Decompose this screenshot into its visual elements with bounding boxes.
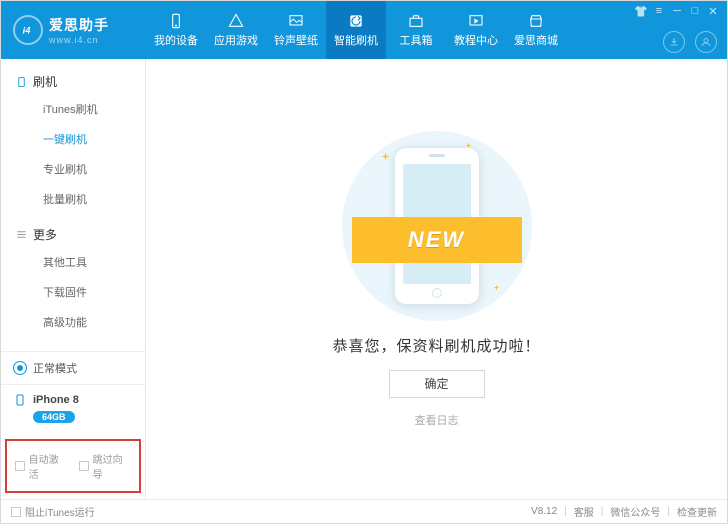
nav-label: 我的设备 xyxy=(154,32,198,48)
sidebar-item-one-click-flash[interactable]: 一键刷机 xyxy=(1,124,145,154)
checkbox-icon xyxy=(15,461,25,471)
apps-icon xyxy=(227,13,245,29)
nav-label: 工具箱 xyxy=(400,32,433,48)
nav-tutorial[interactable]: 教程中心 xyxy=(446,1,506,59)
status-label: 正常模式 xyxy=(33,360,77,376)
check-block-itunes[interactable]: 阻止iTunes运行 xyxy=(11,504,95,519)
nav-label: 铃声壁纸 xyxy=(274,32,318,48)
body: 刷机 iTunes刷机 一键刷机 专业刷机 批量刷机 更多 其他工具 下载固件 … xyxy=(1,59,727,499)
sidebar-device[interactable]: iPhone 8 64GB xyxy=(1,384,145,435)
storage-badge: 64GB xyxy=(33,411,75,423)
sidebar-item-batch-flash[interactable]: 批量刷机 xyxy=(1,184,145,214)
new-ribbon: NEW xyxy=(332,217,542,263)
device-phone-icon xyxy=(13,393,27,407)
footer-link-wechat[interactable]: 微信公众号 xyxy=(610,504,660,519)
sidebar-item-pro-flash[interactable]: 专业刷机 xyxy=(1,154,145,184)
sparkle-icon xyxy=(494,285,500,291)
success-message: 恭喜您，保资料刷机成功啦！ xyxy=(332,335,540,356)
group-label: 更多 xyxy=(33,226,57,243)
sidebar-item-itunes-flash[interactable]: iTunes刷机 xyxy=(1,94,145,124)
svg-text:i4: i4 xyxy=(23,25,32,35)
sidebar-group-flash[interactable]: 刷机 xyxy=(1,67,145,94)
check-label: 自动激活 xyxy=(29,451,67,481)
sidebar-status[interactable]: 正常模式 xyxy=(1,351,145,384)
checkbox-icon xyxy=(11,507,21,517)
ribbon-text: NEW xyxy=(408,227,465,253)
checkbox-icon xyxy=(79,461,89,471)
status-dot-icon xyxy=(13,361,27,375)
download-icon[interactable] xyxy=(663,31,685,53)
content-area: NEW 恭喜您，保资料刷机成功啦！ 确定 查看日志 xyxy=(146,59,727,499)
check-label: 跳过向导 xyxy=(93,451,131,481)
header-actions xyxy=(663,31,717,53)
phone-rect-icon xyxy=(15,75,27,89)
app-window: i4 爱思助手 www.i4.cn 我的设备 应用游戏 铃声壁纸 智能 xyxy=(0,0,728,524)
close-icon[interactable]: ✕ xyxy=(707,5,719,17)
separator: | xyxy=(564,506,567,517)
nav-label: 智能刷机 xyxy=(334,32,378,48)
nav-ringtone[interactable]: 铃声壁纸 xyxy=(266,1,326,59)
success-illustration: NEW xyxy=(342,131,532,321)
flash-icon xyxy=(347,13,365,29)
skin-icon[interactable]: 👕 xyxy=(635,5,647,17)
nav-app-games[interactable]: 应用游戏 xyxy=(206,1,266,59)
app-title: 爱思助手 xyxy=(49,15,109,35)
device-name: iPhone 8 xyxy=(33,394,79,406)
separator: | xyxy=(601,506,604,517)
logo: i4 爱思助手 www.i4.cn xyxy=(1,15,146,45)
tutorial-icon xyxy=(467,13,485,29)
ok-button[interactable]: 确定 xyxy=(389,370,485,398)
toolbox-icon xyxy=(407,13,425,29)
check-skip-guide[interactable]: 跳过向导 xyxy=(79,451,131,481)
nav-toolbox[interactable]: 工具箱 xyxy=(386,1,446,59)
footer-link-support[interactable]: 客服 xyxy=(574,504,594,519)
check-auto-activate[interactable]: 自动激活 xyxy=(15,451,67,481)
sidebar-item-other-tools[interactable]: 其他工具 xyxy=(1,247,145,277)
nav-label: 教程中心 xyxy=(454,32,498,48)
separator: | xyxy=(667,506,670,517)
view-log-link[interactable]: 查看日志 xyxy=(415,412,459,428)
maximize-icon[interactable]: □ xyxy=(689,5,701,17)
version-label: V8.12 xyxy=(531,506,557,517)
app-subtitle: www.i4.cn xyxy=(49,35,109,45)
check-label: 阻止iTunes运行 xyxy=(25,504,95,519)
minimize-icon[interactable]: ─ xyxy=(671,5,683,17)
sparkle-icon xyxy=(382,153,390,161)
nav-mall[interactable]: 爱思商城 xyxy=(506,1,566,59)
wallpaper-icon xyxy=(287,13,305,29)
header: i4 爱思助手 www.i4.cn 我的设备 应用游戏 铃声壁纸 智能 xyxy=(1,1,727,59)
nav-label: 应用游戏 xyxy=(214,32,258,48)
sidebar: 刷机 iTunes刷机 一键刷机 专业刷机 批量刷机 更多 其他工具 下载固件 … xyxy=(1,59,146,499)
sidebar-group-more[interactable]: 更多 xyxy=(1,220,145,247)
store-icon xyxy=(527,13,545,29)
menu-icon[interactable]: ≡ xyxy=(653,5,665,17)
sidebar-menu: 刷机 iTunes刷机 一键刷机 专业刷机 批量刷机 更多 其他工具 下载固件 … xyxy=(1,59,145,351)
sidebar-item-advanced[interactable]: 高级功能 xyxy=(1,307,145,337)
footer: 阻止iTunes运行 V8.12 | 客服 | 微信公众号 | 检查更新 xyxy=(1,499,727,523)
nav-label: 爱思商城 xyxy=(514,32,558,48)
phone-icon xyxy=(167,13,185,29)
sidebar-item-download-fw[interactable]: 下载固件 xyxy=(1,277,145,307)
logo-icon: i4 xyxy=(13,15,43,45)
nav-my-device[interactable]: 我的设备 xyxy=(146,1,206,59)
sidebar-options: 自动激活 跳过向导 xyxy=(5,439,141,493)
hamburger-icon xyxy=(15,229,27,240)
nav-smart-flash[interactable]: 智能刷机 xyxy=(326,1,386,59)
footer-link-update[interactable]: 检查更新 xyxy=(677,504,717,519)
user-icon[interactable] xyxy=(695,31,717,53)
top-nav: 我的设备 应用游戏 铃声壁纸 智能刷机 工具箱 教程中心 xyxy=(146,1,566,59)
group-label: 刷机 xyxy=(33,73,57,90)
window-controls: 👕 ≡ ─ □ ✕ xyxy=(635,5,719,17)
